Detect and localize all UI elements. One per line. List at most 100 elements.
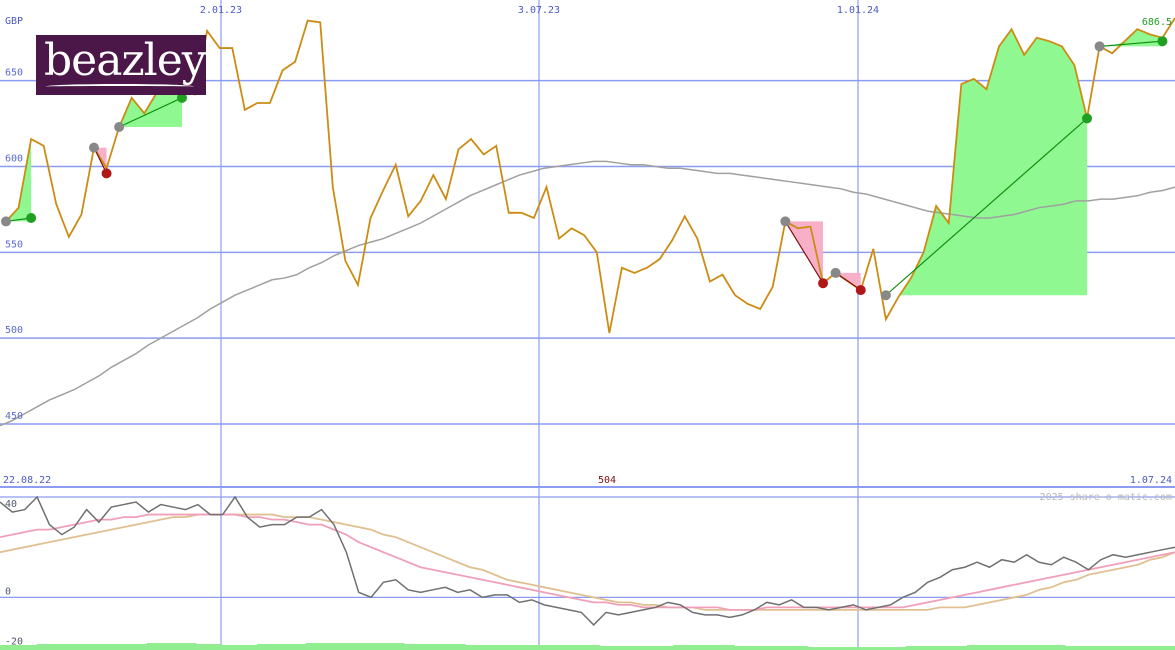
volume-bar	[110, 644, 123, 650]
volume-bar	[1126, 646, 1139, 650]
exit-marker	[26, 212, 37, 223]
volume-bar	[1003, 645, 1017, 650]
volume-bar	[391, 643, 405, 650]
volume-bar	[514, 645, 527, 650]
volume-bar	[917, 646, 931, 650]
volume-bar	[979, 645, 992, 650]
volume-bar	[1150, 646, 1164, 650]
volume-bar	[1077, 646, 1090, 650]
volume-bar	[61, 644, 74, 650]
entry-marker	[114, 122, 125, 133]
volume-bar	[465, 645, 478, 650]
volume-bar	[905, 646, 919, 650]
volume-bar	[795, 646, 809, 650]
volume-bar	[477, 645, 491, 650]
entry-marker	[88, 142, 99, 153]
exit-marker	[855, 285, 866, 296]
volume-bar	[146, 643, 160, 650]
end-date-label: 1.07.24	[1130, 475, 1172, 486]
volume-bar	[501, 645, 515, 650]
volume-bar	[526, 645, 540, 650]
volume-bar	[746, 646, 760, 650]
last-price-label: 686.5	[1142, 17, 1172, 28]
volume-bar	[563, 645, 576, 650]
volume-bar	[1113, 646, 1127, 650]
volume-bar	[281, 644, 295, 650]
volume-bar	[232, 645, 246, 650]
volume-bar	[257, 644, 270, 650]
osc-tick: -20	[5, 636, 23, 647]
y-tick-500: 500	[5, 325, 23, 336]
volume-bar	[134, 644, 148, 650]
y-tick-550: 550	[5, 239, 23, 250]
volume-bar	[208, 644, 221, 650]
exit-marker	[101, 168, 112, 179]
price-chart: 450 500 550 600 650 2.01.23 3.07.23 1.01.24 40 0 -…	[0, 0, 1175, 650]
osc-tick: 0	[5, 586, 11, 597]
beazley-logo: beazley	[36, 35, 207, 95]
volume-bar	[1052, 645, 1066, 650]
start-date-label: 22.08.22	[3, 475, 51, 486]
volume-bar	[1162, 646, 1175, 650]
volume-bar	[1101, 646, 1115, 650]
volume-bar	[440, 644, 454, 650]
volume-bar	[354, 643, 368, 650]
volume-bar	[379, 643, 393, 650]
volume-bar	[599, 646, 613, 650]
volume-bar	[24, 645, 38, 650]
gain-region	[6, 139, 32, 222]
volume-bar	[171, 643, 185, 650]
entry-marker	[780, 216, 791, 227]
y-tick-650: 650	[5, 68, 23, 79]
volume-bar	[73, 644, 87, 650]
volume-bar	[611, 646, 625, 650]
volume-bar	[195, 644, 209, 650]
volume-bar	[342, 643, 356, 650]
chart-stage: 450 500 550 600 650 2.01.23 3.07.23 1.01.24 40 0 -…	[0, 0, 1175, 650]
entry-marker	[1094, 41, 1105, 52]
volume-bar	[330, 643, 344, 650]
volume-bar	[489, 645, 503, 650]
volume-bar	[758, 646, 772, 650]
volume-bar	[367, 643, 380, 650]
volume-bar	[1089, 646, 1103, 650]
volume-bar	[1064, 646, 1078, 650]
volume-bar	[930, 646, 943, 650]
volume-bar	[550, 645, 564, 650]
exit-marker	[1157, 36, 1168, 47]
volume-bar	[305, 643, 319, 650]
volume-bar	[942, 646, 956, 650]
volume-bar	[1028, 645, 1041, 650]
volume-bar	[771, 646, 784, 650]
credit-label: 2025 share-o-matic.com	[1040, 492, 1172, 503]
volume-bar	[318, 643, 331, 650]
date-label: 3.07.23	[518, 5, 560, 16]
volume-bar	[36, 644, 50, 650]
volume-bar	[709, 645, 723, 650]
exit-marker	[1082, 113, 1093, 124]
volume-bar	[1040, 645, 1054, 650]
volume-bar	[538, 645, 552, 650]
volume-bar	[293, 644, 307, 650]
volume-bar	[85, 644, 99, 650]
date-label: 1.01.24	[837, 5, 879, 16]
volume-bar	[697, 645, 711, 650]
currency-label: GBP	[5, 16, 23, 27]
volume-bar	[636, 646, 650, 650]
center-value-label: 504	[598, 475, 616, 486]
volume-bar	[575, 645, 588, 650]
volume-bar	[966, 645, 980, 650]
volume-bar	[452, 644, 466, 650]
volume-bar	[428, 644, 442, 650]
y-tick-600: 600	[5, 153, 23, 164]
volume-bar	[416, 644, 429, 650]
volume-bar	[685, 645, 699, 650]
gain-region	[885, 29, 1088, 296]
volume-bar	[991, 645, 1005, 650]
volume-bar	[722, 645, 735, 650]
volume-bar	[587, 645, 601, 650]
volume-bar	[734, 646, 748, 650]
volume-bar	[403, 644, 417, 650]
exit-marker	[818, 278, 829, 289]
volume-bar	[783, 646, 797, 650]
